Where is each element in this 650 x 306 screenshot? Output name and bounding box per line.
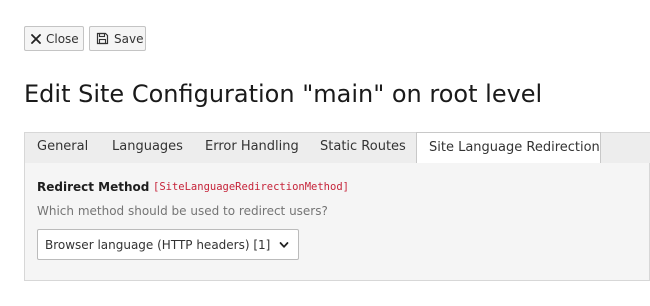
close-button-label: Close xyxy=(46,31,79,46)
close-icon xyxy=(31,32,41,46)
toolbar: Close Save xyxy=(0,0,650,64)
close-button[interactable]: Close xyxy=(24,26,84,51)
save-button[interactable]: Save xyxy=(89,26,146,51)
selected-value: Browser language (HTTP headers) [1] xyxy=(45,237,271,252)
floppy-disk-icon xyxy=(96,32,109,46)
tab-languages[interactable]: Languages xyxy=(112,132,183,163)
redirect-method-select[interactable]: Browser language (HTTP headers) [1] xyxy=(37,229,299,260)
tab-general[interactable]: General xyxy=(37,132,88,163)
field-description: Which method should be used to redirect … xyxy=(37,204,328,218)
field-key-name: [SiteLanguageRedirectionMethod] xyxy=(153,181,349,193)
save-button-label: Save xyxy=(114,31,144,46)
tab-error-handling[interactable]: Error Handling xyxy=(205,132,299,163)
redirect-method-label: Redirect Method xyxy=(37,180,150,194)
tab-bar: General Languages Error Handling Static … xyxy=(24,132,650,164)
tab-panel: Redirect Method [SiteLanguageRedirection… xyxy=(24,163,650,281)
tab-static-routes[interactable]: Static Routes xyxy=(320,132,406,163)
chevron-down-icon xyxy=(277,238,291,252)
page-title: Edit Site Configuration "main" on root l… xyxy=(24,80,543,108)
tab-site-language-redirection[interactable]: Site Language Redirection xyxy=(416,132,601,164)
